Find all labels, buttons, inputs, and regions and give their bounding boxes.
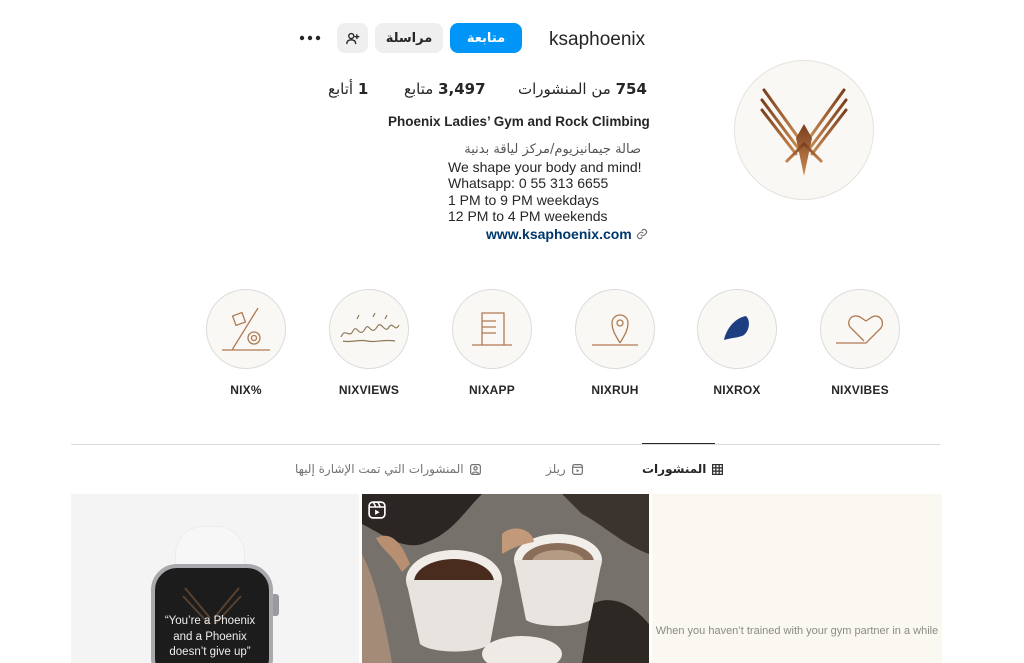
phoenix-logo-icon: [760, 88, 848, 176]
highlight-cover[interactable]: [575, 289, 655, 369]
highlight-cover[interactable]: [697, 289, 777, 369]
more-options-button[interactable]: [298, 27, 322, 49]
post-tile[interactable]: When you haven’t trained with your gym p…: [652, 494, 942, 663]
highlight-label: NIXROX: [713, 383, 761, 397]
post-tile[interactable]: “You’re a Phoenix and a Phoenix doesn’t …: [71, 494, 359, 663]
bio-line: We shape your body and mind!: [448, 158, 642, 175]
tabs-divider: [71, 444, 940, 445]
suggested-users-button[interactable]: [337, 23, 368, 53]
profile-bio: صالة جيمانيزيوم/مركز لياقة بدنية We shap…: [420, 142, 642, 225]
highlight-label: NIXVIBES: [831, 383, 889, 397]
script-doodle-icon: [340, 312, 400, 343]
map-pin-icon: [592, 314, 638, 346]
posts-count-label: من المنشورات: [518, 80, 611, 98]
percent-icon: [222, 307, 270, 351]
highlight-nixrox[interactable]: NIXROX: [697, 289, 777, 397]
followers-count[interactable]: 3,497 متابع: [404, 80, 486, 98]
tab-reels[interactable]: ريلز: [546, 462, 583, 476]
tab-label: ريلز: [546, 462, 566, 476]
profile-website-link[interactable]: www.ksaphoenix.com: [486, 226, 648, 242]
highlight-cover[interactable]: [329, 289, 409, 369]
message-button[interactable]: مراسلة: [375, 23, 443, 53]
post-caption-text: “You’re a Phoenix and a Phoenix doesn’t …: [164, 615, 256, 658]
highlight-nixruh[interactable]: NIXRUH: [575, 289, 655, 397]
followers-count-value: 3,497: [438, 80, 486, 98]
highlight-nixviews[interactable]: NIXVIEWS: [329, 289, 409, 397]
tab-label: المنشورات التي تمت الإشارة إليها: [295, 462, 464, 476]
tab-label: المنشورات: [642, 462, 707, 476]
highlight-nixvibes[interactable]: NIXVIBES: [820, 289, 900, 397]
highlight-label: NIXRUH: [591, 383, 639, 397]
bio-line: Whatsapp: 0 55 313 6655: [448, 175, 609, 192]
highlight-label: NIX%: [230, 383, 262, 397]
reel-icon: [368, 501, 386, 519]
posts-count: 754 من المنشورات: [518, 80, 647, 98]
highlight-cover[interactable]: [206, 289, 286, 369]
profile-category: صالة جيمانيزيوم/مركز لياقة بدنية: [464, 142, 641, 157]
highlight-label: NIXVIEWS: [338, 383, 400, 397]
highlight-cover[interactable]: [820, 289, 900, 369]
tab-posts[interactable]: المنشورات: [642, 462, 724, 476]
coffee-cups-photo: [362, 494, 649, 663]
highlight-label: NIXAPP: [469, 383, 515, 397]
app-lines-icon: [472, 312, 512, 346]
profile-full-name: Phoenix Ladies’ Gym and Rock Climbing: [388, 114, 650, 129]
post-caption-text: When you haven’t trained with your gym p…: [655, 625, 939, 637]
heart-line-icon: [836, 315, 884, 344]
post-tile[interactable]: [362, 494, 649, 663]
posts-count-value: 754: [615, 80, 647, 98]
link-icon: [636, 228, 647, 240]
reels-icon: [571, 463, 583, 475]
tab-tagged[interactable]: المنشورات التي تمت الإشارة إليها: [295, 462, 481, 476]
climbing-hold-icon: [724, 316, 749, 340]
follow-button[interactable]: متابعة: [450, 23, 522, 53]
following-count[interactable]: 1 أتابع: [328, 80, 368, 98]
followers-count-label: متابع: [404, 80, 434, 98]
highlight-nixpercent[interactable]: NIX%: [206, 289, 286, 397]
bio-line: 12 PM to 4 PM weekends: [448, 208, 608, 225]
following-count-value: 1: [357, 80, 369, 98]
highlight-cover[interactable]: [452, 289, 532, 369]
active-tab-indicator: [642, 443, 715, 444]
profile-username: ksaphoenix: [549, 29, 646, 50]
add-person-icon: [346, 32, 360, 44]
tagged-icon: [469, 463, 481, 475]
grid-icon: [712, 463, 724, 475]
highlight-nixapp[interactable]: NIXAPP: [452, 289, 532, 397]
website-text: www.ksaphoenix.com: [486, 226, 632, 242]
profile-avatar[interactable]: [734, 60, 874, 200]
bio-line: 1 PM to 9 PM weekdays: [448, 191, 599, 208]
more-horizontal-icon: [299, 35, 321, 41]
following-count-label: أتابع: [328, 80, 354, 98]
